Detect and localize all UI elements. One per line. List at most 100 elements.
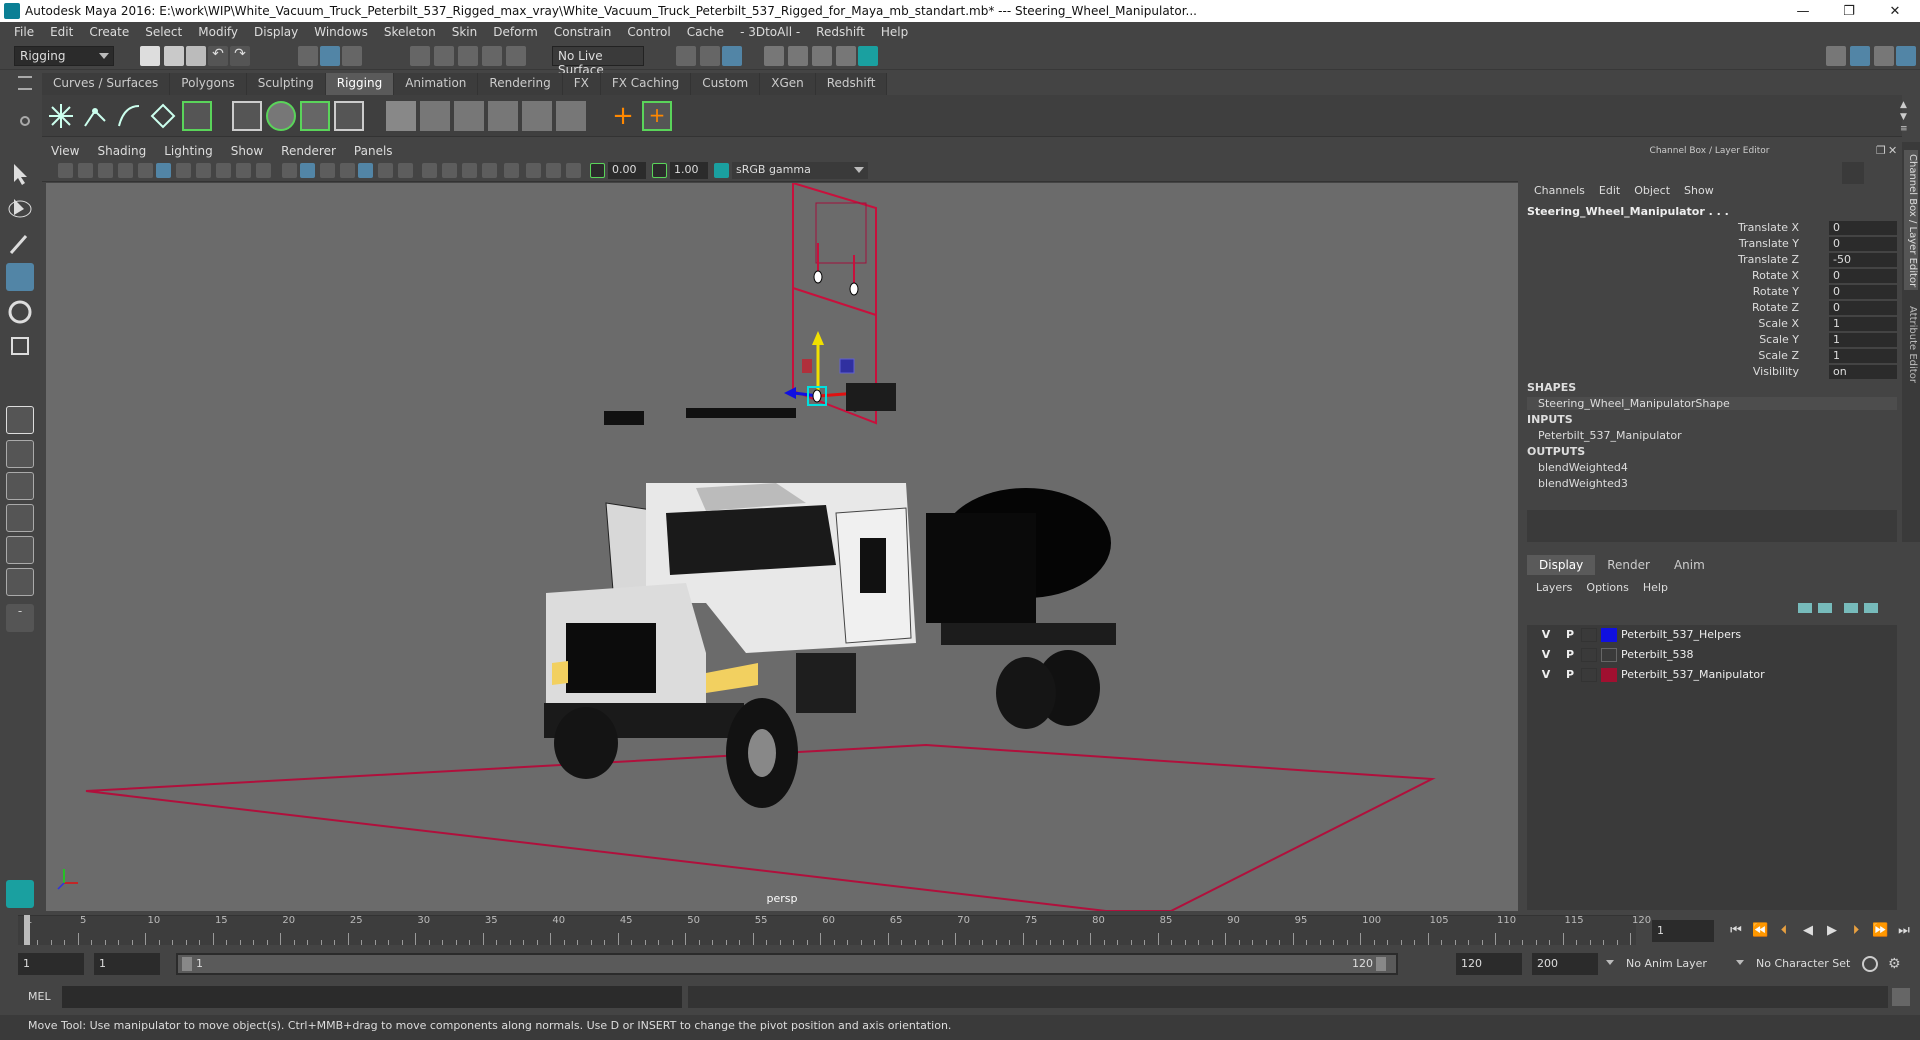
step-forward-frame-icon[interactable]: ⏵ [1848, 923, 1864, 939]
image-plane-icon[interactable] [118, 163, 133, 178]
layer-type-toggle[interactable] [1581, 648, 1597, 662]
workspace-icon[interactable] [1826, 46, 1846, 66]
select-camera-icon[interactable] [58, 163, 73, 178]
snap-point-icon[interactable] [458, 46, 478, 66]
select-components-icon[interactable] [342, 46, 362, 66]
layout-icon[interactable] [1850, 46, 1870, 66]
vp-menu-view[interactable]: View [42, 144, 88, 158]
human-ik-icon[interactable] [182, 101, 212, 131]
select-hierarchy-icon[interactable] [298, 46, 318, 66]
channel-value[interactable]: 0 [1829, 301, 1897, 315]
script-editor-icon[interactable] [1892, 988, 1910, 1006]
anti-aliasing-icon[interactable] [462, 163, 477, 178]
menu-control[interactable]: Control [619, 25, 678, 39]
le-menu-help[interactable]: Help [1643, 581, 1668, 594]
channel-value[interactable]: 1 [1829, 333, 1897, 347]
gamma-field[interactable]: 1.00 [670, 162, 708, 179]
play-forwards-icon[interactable]: ▶ [1824, 923, 1840, 939]
animation-end-field[interactable]: 200 [1532, 953, 1598, 975]
tab-rigging[interactable]: Rigging [325, 73, 395, 95]
camera-attributes-icon[interactable] [78, 163, 93, 178]
perspective-viewport[interactable]: persp [46, 183, 1518, 911]
menu-file[interactable]: File [6, 25, 42, 39]
auto-key-icon[interactable] [1862, 956, 1878, 972]
channel-translate-z[interactable]: Translate Z -50 [1522, 253, 1897, 268]
go-to-start-icon[interactable]: ⏮ [1728, 923, 1744, 939]
new-scene-icon[interactable] [140, 46, 160, 66]
new-layer-selected-icon[interactable] [1864, 603, 1878, 613]
channel-rotate-x[interactable]: Rotate X 0 [1522, 269, 1897, 284]
snap-curve-icon[interactable] [434, 46, 454, 66]
render-settings-icon[interactable] [836, 46, 856, 66]
go-to-end-icon[interactable]: ⏭ [1896, 923, 1912, 939]
layer-type-toggle[interactable] [1581, 668, 1597, 682]
command-language-label[interactable]: MEL [28, 990, 51, 1003]
cb-menu-show[interactable]: Show [1684, 184, 1714, 197]
minimize-button[interactable]: — [1780, 0, 1826, 22]
range-end-grip-icon[interactable] [1376, 957, 1386, 971]
redo-icon[interactable]: ↷ [230, 46, 250, 66]
channel-value[interactable]: on [1829, 365, 1897, 379]
chevron-down-icon[interactable] [1736, 960, 1744, 965]
tab-attribute-editor[interactable]: Attribute Editor [1904, 302, 1918, 392]
vp-menu-show[interactable]: Show [222, 144, 272, 158]
playback-end-field[interactable]: 120 [1456, 953, 1522, 975]
input-node-item[interactable]: Peterbilt_537_Manipulator [1538, 429, 1682, 442]
channel-value[interactable]: 1 [1829, 317, 1897, 331]
grid-toggle-icon[interactable] [138, 163, 153, 178]
motion-blur-icon[interactable] [442, 163, 457, 178]
layer-playback-toggle[interactable]: P [1561, 628, 1579, 641]
film-gate-icon[interactable] [156, 163, 171, 178]
range-slider-handle[interactable] [178, 955, 1396, 973]
layer-color-swatch[interactable] [1601, 628, 1617, 642]
channel-value[interactable]: 0 [1829, 285, 1897, 299]
tab-redshift[interactable]: Redshift [815, 73, 888, 95]
menu-select[interactable]: Select [137, 25, 190, 39]
shadows-icon[interactable] [398, 163, 413, 178]
safe-action-icon[interactable] [236, 163, 251, 178]
tab-custom[interactable]: Custom [691, 73, 761, 95]
menu-skeleton[interactable]: Skeleton [376, 25, 444, 39]
bookmarks-icon[interactable] [98, 163, 113, 178]
menu-constrain[interactable]: Constrain [546, 25, 620, 39]
exposure-field[interactable]: 0.00 [608, 162, 646, 179]
aim-constraint-icon[interactable] [522, 101, 552, 131]
channel-value[interactable]: 0 [1829, 269, 1897, 283]
menu-edit[interactable]: Edit [42, 25, 81, 39]
wireframe-on-shaded-icon[interactable] [340, 163, 355, 178]
maximize-button[interactable]: ❐ [1826, 0, 1872, 22]
snap-view-plane-icon[interactable] [482, 46, 502, 66]
vp-menu-panels[interactable]: Panels [345, 144, 402, 158]
persp-outliner-layout-icon[interactable] [6, 472, 34, 500]
locator-icon[interactable]: + [608, 101, 638, 131]
menu-create[interactable]: Create [81, 25, 137, 39]
menu-skin[interactable]: Skin [444, 25, 486, 39]
toggle-panel-icon[interactable] [1874, 46, 1894, 66]
channel-translate-y[interactable]: Translate Y 0 [1522, 237, 1897, 252]
output-node-item[interactable]: blendWeighted3 [1538, 477, 1628, 490]
layer-row[interactable]: V P Peterbilt_538 [1527, 645, 1897, 665]
menu-windows[interactable]: Windows [306, 25, 376, 39]
tab-fx-caching[interactable]: FX Caching [600, 73, 692, 95]
hypershade-layout-icon[interactable] [6, 536, 34, 564]
orient-constraint-icon[interactable] [454, 101, 484, 131]
menu-modify[interactable]: Modify [190, 25, 246, 39]
range-slider-track[interactable]: 1 120 [176, 953, 1398, 975]
anim-layer-dropdown[interactable]: No Anim Layer [1622, 953, 1740, 975]
layer-color-swatch[interactable] [1601, 648, 1617, 662]
textured-icon[interactable] [358, 163, 373, 178]
xray-icon[interactable] [526, 163, 541, 178]
layer-name[interactable]: Peterbilt_538 [1621, 648, 1694, 661]
layer-type-toggle[interactable] [1581, 628, 1597, 642]
paint-select-tool-icon[interactable] [6, 230, 34, 258]
exposure-icon[interactable] [590, 163, 605, 178]
smooth-shade-icon[interactable] [300, 163, 315, 178]
channel-rotate-z[interactable]: Rotate Z 0 [1522, 301, 1897, 316]
shelf-scroll-icon[interactable]: ▲ ▼ ≡ [1900, 99, 1908, 135]
tab-anim[interactable]: Anim [1662, 555, 1717, 575]
set-driven-key-icon[interactable]: + [642, 101, 672, 131]
time-slider[interactable]: 1510152025303540455055606570758085909510… [18, 915, 1651, 945]
animation-prefs-icon[interactable]: ⚙ [1888, 956, 1904, 972]
live-surface-field[interactable]: No Live Surface [552, 46, 644, 77]
shape-node-item[interactable]: Steering_Wheel_ManipulatorShape [1527, 397, 1897, 410]
